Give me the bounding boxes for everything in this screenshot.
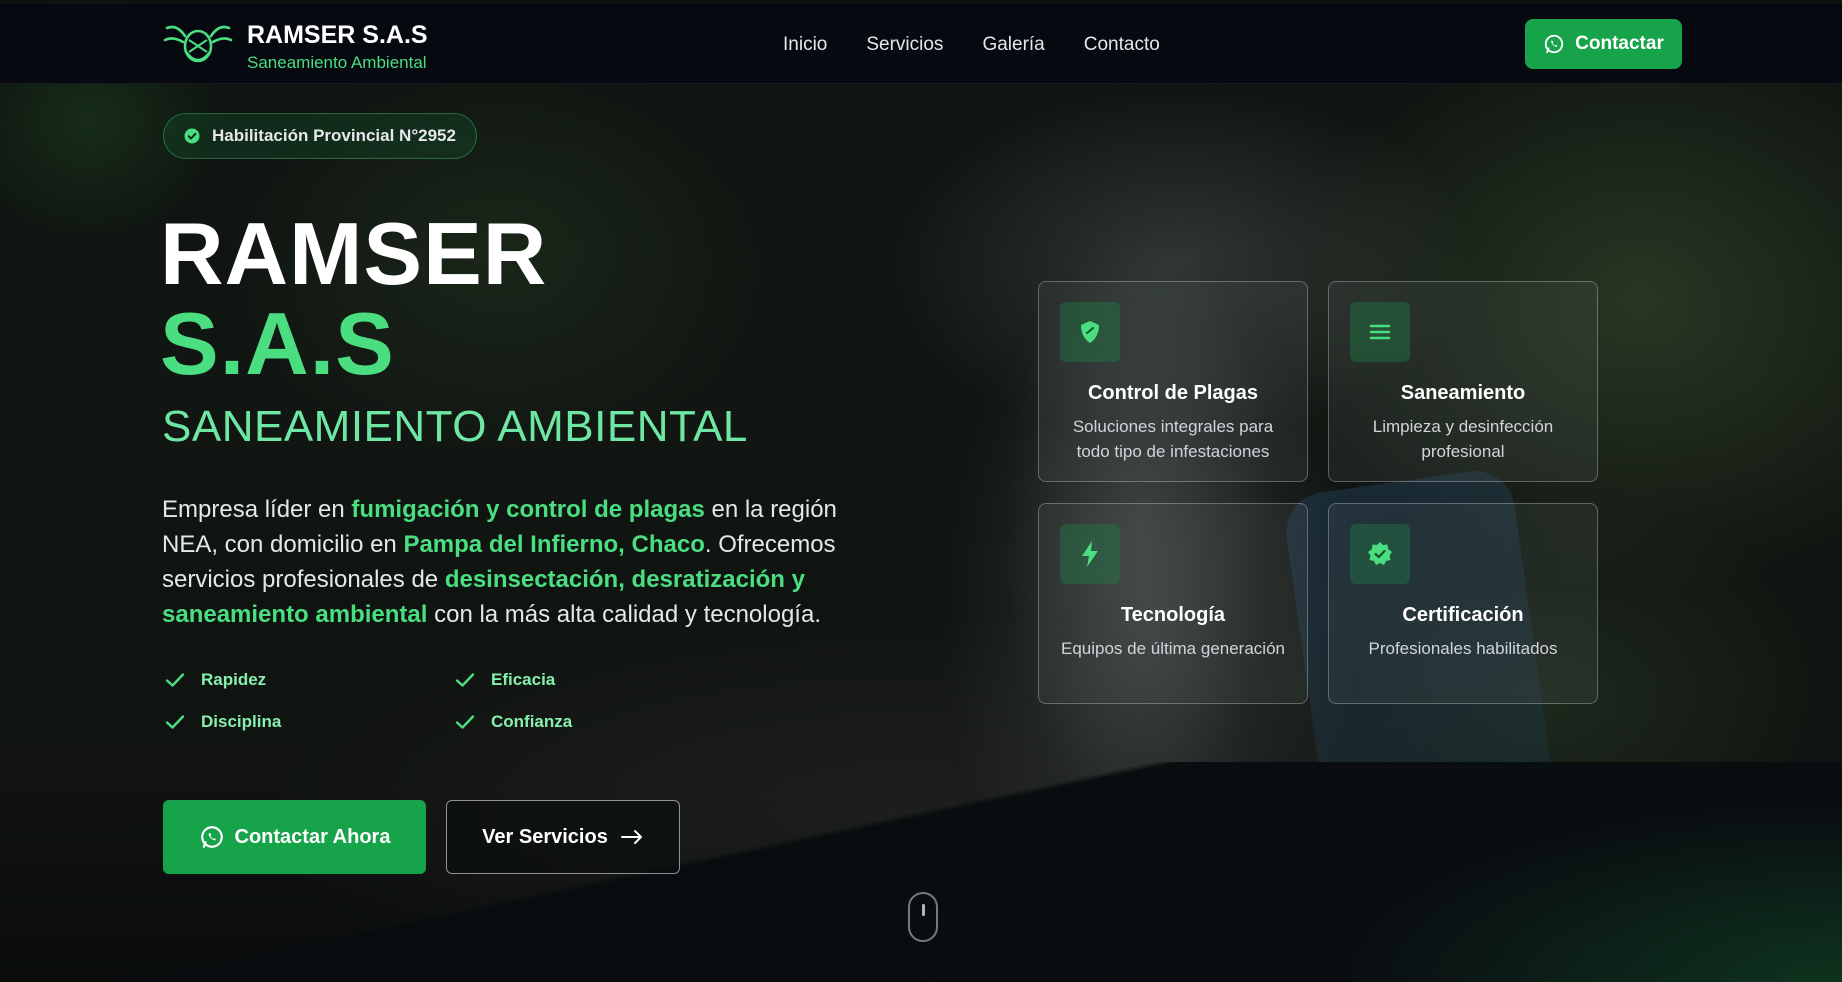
navbar: RAMSER S.A.S Saneamiento Ambiental Inici…: [0, 4, 1842, 84]
license-badge-label: Habilitación Provincial N°2952: [212, 126, 456, 145]
nav-contact-button[interactable]: Contactar: [1525, 19, 1682, 69]
check-icon: [455, 715, 475, 729]
card-description: Equipos de última generación: [1061, 639, 1285, 658]
view-services-button[interactable]: Ver Servicios: [446, 800, 680, 874]
service-card-certificacion: Certificación Profesionales habilitados: [1328, 503, 1598, 704]
contact-now-label: Contactar Ahora: [234, 825, 391, 848]
nav-link-inicio[interactable]: Inicio: [783, 34, 827, 56]
feature-label: Eficacia: [491, 670, 556, 689]
check-icon: [165, 715, 185, 729]
whatsapp-icon: [1544, 34, 1564, 54]
scroll-indicator-dot: [922, 904, 925, 916]
service-card-tecnologia: Tecnología Equipos de última generación: [1038, 503, 1308, 704]
brand-name[interactable]: RAMSER S.A.S: [247, 21, 428, 50]
desc-highlight-2: Pampa del Infierno, Chaco: [403, 531, 705, 558]
feature-item: Disciplina: [165, 712, 455, 732]
card-title: Saneamiento: [1400, 382, 1526, 404]
menu-lines-icon: [1369, 324, 1391, 340]
check-icon: [455, 673, 475, 687]
hero-floor-glow: [1342, 802, 1842, 982]
lightning-icon: [1082, 541, 1098, 567]
desc-text-1: Empresa líder en: [162, 496, 352, 523]
card-title: Control de Plagas: [1087, 382, 1259, 404]
card-title: Tecnología: [1120, 604, 1226, 626]
desc-highlight-1: fumigación y control de plagas: [351, 496, 705, 523]
arrow-right-icon: [620, 830, 642, 844]
logo-icon[interactable]: [163, 22, 233, 68]
brand-subtitle: Saneamiento Ambiental: [247, 53, 427, 72]
nav-contact-label: Contactar: [1575, 33, 1664, 54]
card-icon-box: [1350, 302, 1410, 362]
nav-link-servicios[interactable]: Servicios: [866, 34, 943, 56]
feature-label: Disciplina: [201, 712, 282, 731]
hero-description: Empresa líder en fumigación y control de…: [162, 492, 882, 632]
hero-title-line1: RAMSER: [160, 204, 548, 303]
badge-check-icon: [1368, 542, 1392, 565]
hero-subtitle: SANEAMIENTO AMBIENTAL: [162, 402, 748, 451]
check-icon: [165, 673, 185, 687]
nav-link-contacto[interactable]: Contacto: [1084, 34, 1160, 56]
service-cards: Control de Plagas Soluciones integrales …: [1038, 281, 1598, 704]
card-icon-box: [1060, 524, 1120, 584]
check-circle-icon: [184, 128, 200, 144]
service-card-saneamiento: Saneamiento Limpieza y desinfección prof…: [1328, 281, 1598, 482]
scroll-indicator[interactable]: [908, 892, 938, 942]
card-icon-box: [1060, 302, 1120, 362]
service-card-control-plagas: Control de Plagas Soluciones integrales …: [1038, 281, 1308, 482]
feature-list: Rapidez Eficacia Disciplina Confianza: [165, 670, 625, 732]
feature-item: Eficacia: [455, 670, 625, 690]
desc-text-4: con la más alta calidad y tecnología.: [427, 601, 821, 628]
nav-link-galeria[interactable]: Galería: [982, 34, 1044, 56]
nav-links: Inicio Servicios Galería Contacto: [783, 34, 1160, 56]
card-title: Certificación: [1402, 604, 1524, 626]
card-description: Profesionales habilitados: [1368, 639, 1558, 658]
feature-label: Rapidez: [201, 670, 267, 689]
card-description: Soluciones integrales para todo tipo de …: [1072, 417, 1274, 461]
feature-label: Confianza: [491, 712, 573, 731]
whatsapp-icon: [200, 826, 223, 848]
shield-check-icon: [1081, 321, 1099, 343]
contact-now-button[interactable]: Contactar Ahora: [163, 800, 426, 874]
view-services-label: Ver Servicios: [482, 825, 608, 848]
feature-item: Confianza: [455, 712, 625, 732]
card-icon-box: [1350, 524, 1410, 584]
card-description: Limpieza y desinfección profesional: [1372, 417, 1554, 461]
feature-item: Rapidez: [165, 670, 455, 690]
license-badge: Habilitación Provincial N°2952: [163, 113, 477, 159]
hero-title-line2: S.A.S: [160, 294, 395, 393]
